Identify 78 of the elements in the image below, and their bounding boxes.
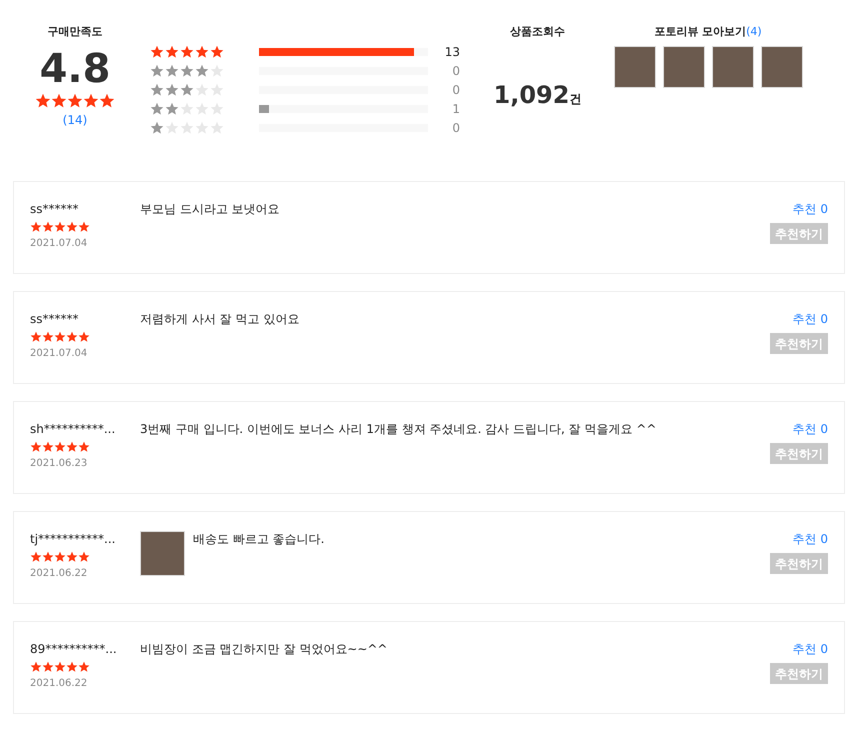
star-icon — [78, 331, 90, 343]
rating-count: 0 — [451, 82, 460, 99]
star-icon — [66, 331, 78, 343]
star-icon — [54, 551, 66, 563]
photo-placeholder[interactable] — [712, 46, 754, 88]
review-text: 저렴하게 사서 잘 먹고 있어요 — [140, 311, 300, 328]
review-count[interactable]: (14) — [62, 110, 88, 128]
star-icon — [30, 331, 42, 343]
views-count: 1,092 — [494, 80, 570, 110]
star-icon — [54, 661, 66, 673]
star-icon — [78, 221, 90, 233]
star-icon — [54, 221, 66, 233]
recommend-count: 추천 0 — [792, 201, 828, 217]
star-icon — [42, 551, 54, 563]
star-icon — [78, 441, 90, 453]
star-icon — [42, 221, 54, 233]
star-icon — [165, 45, 179, 59]
star-icon — [78, 661, 90, 673]
photo-placeholder[interactable] — [140, 531, 185, 576]
photo-placeholder[interactable] — [760, 46, 802, 88]
reviewer-name: ss****** — [30, 201, 80, 217]
star-icon — [30, 221, 42, 233]
reviewer-name: tj***********... — [30, 531, 116, 547]
star-icon — [30, 661, 42, 673]
star-icon — [66, 551, 78, 563]
reviewer-name: ss****** — [30, 311, 80, 327]
star-icon — [165, 64, 179, 78]
review-date: 2021.06.22 — [30, 677, 88, 691]
star-icon — [30, 551, 42, 563]
recommend-count: 추천 0 — [792, 531, 828, 547]
star-icon — [195, 45, 209, 59]
review-text: 비빔장이 조금 맵긴하지만 잘 먹었어요~~^^ — [140, 641, 388, 658]
star-icon — [54, 441, 66, 453]
star-icon — [66, 441, 78, 453]
star-icon — [83, 92, 99, 108]
star-icon — [165, 102, 179, 116]
review-text: 배송도 빠르고 좋습니다. — [193, 531, 324, 548]
star-icon — [66, 661, 78, 673]
star-icon — [51, 92, 67, 108]
reviewer-name: sh**********... — [30, 421, 116, 437]
star-icon — [180, 83, 194, 97]
rating-count: 0 — [451, 63, 460, 80]
photo-review-count[interactable]: (4) — [746, 24, 762, 40]
rating-count: 13 — [444, 44, 460, 61]
review-date: 2021.06.22 — [30, 567, 88, 581]
recommend-count: 추천 0 — [792, 421, 828, 437]
views-unit: 건 — [569, 90, 582, 108]
star-icon — [99, 92, 115, 108]
review-date: 2021.07.04 — [30, 237, 88, 251]
star-icon — [195, 64, 209, 78]
star-icon — [210, 45, 224, 59]
review-text: 3번째 구매 입니다. 이번에도 보너스 사리 1개를 챙져 주셨네요. 감사 드립니다, 잘 먹을게요 ^^ — [140, 421, 656, 438]
satisfaction-label: 구매만족도 — [48, 24, 102, 40]
photo-placeholder[interactable] — [614, 46, 656, 88]
star-icon — [42, 331, 54, 343]
star-icon — [66, 221, 78, 233]
recommend-count: 추천 0 — [792, 311, 828, 327]
star-icon — [67, 92, 83, 108]
review-date: 2021.07.04 — [30, 347, 88, 361]
photo-review-label[interactable]: 포토리뷰 모아보기 — [654, 24, 746, 40]
reviewer-name: 89**********... — [30, 641, 118, 657]
rating-count: 0 — [451, 120, 460, 137]
rating-count: 1 — [451, 101, 460, 118]
star-icon — [35, 92, 51, 108]
review-text: 부모님 드시라고 보냇어요 — [140, 201, 280, 218]
star-icon — [42, 441, 54, 453]
photo-placeholder[interactable] — [662, 46, 704, 88]
star-icon — [165, 83, 179, 97]
average-score: 4.8 — [40, 44, 110, 92]
review-date: 2021.06.23 — [30, 457, 88, 471]
star-icon — [54, 331, 66, 343]
star-icon — [42, 661, 54, 673]
star-icon — [30, 441, 42, 453]
recommend-count: 추천 0 — [792, 641, 828, 657]
star-icon — [180, 45, 194, 59]
star-icon — [180, 64, 194, 78]
views-label: 상품조회수 — [510, 24, 565, 40]
star-icon — [78, 551, 90, 563]
